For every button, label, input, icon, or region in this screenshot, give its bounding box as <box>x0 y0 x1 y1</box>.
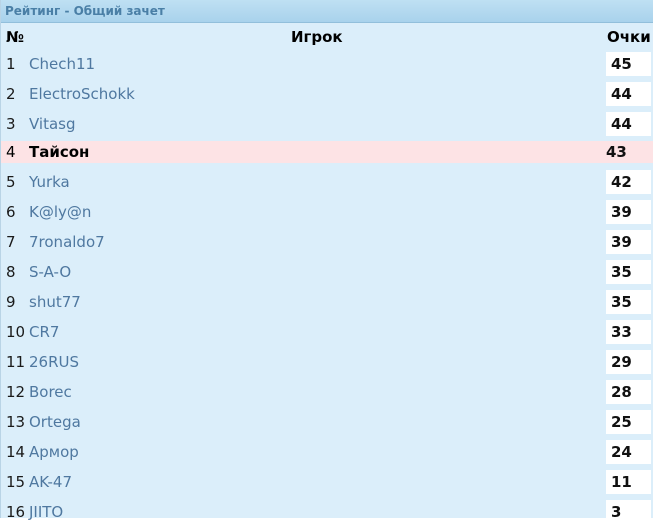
table-row: 10 CR7 33 <box>1 317 653 347</box>
points-value: 44 <box>606 112 651 136</box>
rank-number: 12 <box>6 383 26 401</box>
column-header-num: № <box>6 28 25 46</box>
points-value: 42 <box>606 170 651 194</box>
player-link[interactable]: S-A-O <box>29 257 71 287</box>
points-value: 39 <box>606 230 651 254</box>
player-name-current-user: Тайсон <box>29 143 90 161</box>
player-link[interactable]: Borec <box>29 377 72 407</box>
column-header-points: Очки <box>607 28 651 46</box>
table-row: 9 shut77 35 <box>1 287 653 317</box>
table-row: 1 Chech11 45 <box>1 49 653 79</box>
rating-panel: Рейтинг - Общий зачет № Игрок Очки 1 Che… <box>0 0 653 524</box>
rank-number: 2 <box>6 85 16 103</box>
table-row: 15 AK-47 11 <box>1 467 653 497</box>
points-value: 44 <box>606 82 651 106</box>
points-value: 39 <box>606 200 651 224</box>
table-row: 16 JIITO 3 <box>1 497 653 527</box>
rank-number: 6 <box>6 203 16 221</box>
points-value: 28 <box>606 380 651 404</box>
table-row: 14 Армор 24 <box>1 437 653 467</box>
table-row: 3 Vitasg 44 <box>1 109 653 139</box>
points-value: 29 <box>606 350 651 374</box>
player-link[interactable]: AK-47 <box>29 467 72 497</box>
table-row-current-user: 4 Тайсон 43 <box>1 141 653 163</box>
points-value: 35 <box>606 290 651 314</box>
table-row: 12 Borec 28 <box>1 377 653 407</box>
player-link[interactable]: 7ronaldo7 <box>29 227 105 257</box>
rank-number: 11 <box>6 353 26 371</box>
table-header: № Игрок Очки <box>1 23 653 49</box>
points-value: 43 <box>606 143 627 161</box>
table-row: 2 ElectroSchokk 44 <box>1 79 653 109</box>
rating-table-body: 1 Chech11 45 2 ElectroSchokk 44 3 Vitasg… <box>1 49 653 527</box>
player-link[interactable]: Ortega <box>29 407 81 437</box>
rank-number: 16 <box>6 503 26 521</box>
player-link[interactable]: Yurka <box>29 167 70 197</box>
table-row: 8 S-A-O 35 <box>1 257 653 287</box>
points-value: 35 <box>606 260 651 284</box>
rank-number: 14 <box>6 443 26 461</box>
player-link[interactable]: Vitasg <box>29 109 76 139</box>
points-value: 11 <box>606 470 651 494</box>
player-link[interactable]: K@ly@n <box>29 197 91 227</box>
player-link[interactable]: JIITO <box>29 497 63 527</box>
rank-number: 13 <box>6 413 26 431</box>
rank-number: 15 <box>6 473 26 491</box>
player-link[interactable]: CR7 <box>29 317 59 347</box>
rank-number: 10 <box>6 323 26 341</box>
points-value: 3 <box>606 500 651 524</box>
player-link[interactable]: Chech11 <box>29 49 95 79</box>
points-value: 45 <box>606 52 651 76</box>
rank-number: 8 <box>6 263 16 281</box>
player-link[interactable]: shut77 <box>29 287 81 317</box>
rank-number: 5 <box>6 173 16 191</box>
points-value: 24 <box>606 440 651 464</box>
table-row: 11 26RUS 29 <box>1 347 653 377</box>
column-header-player: Игрок <box>291 28 343 46</box>
points-value: 25 <box>606 410 651 434</box>
rank-number: 1 <box>6 55 16 73</box>
table-row: 7 7ronaldo7 39 <box>1 227 653 257</box>
player-link[interactable]: 26RUS <box>29 347 79 377</box>
rank-number: 9 <box>6 293 16 311</box>
rank-number: 4 <box>6 143 16 161</box>
table-row: 5 Yurka 42 <box>1 167 653 197</box>
points-value: 33 <box>606 320 651 344</box>
rank-number: 3 <box>6 115 16 133</box>
rank-number: 7 <box>6 233 16 251</box>
player-link[interactable]: Армор <box>29 437 79 467</box>
table-row: 6 K@ly@n 39 <box>1 197 653 227</box>
panel-title: Рейтинг - Общий зачет <box>1 0 653 23</box>
player-link[interactable]: ElectroSchokk <box>29 79 135 109</box>
table-row: 13 Ortega 25 <box>1 407 653 437</box>
